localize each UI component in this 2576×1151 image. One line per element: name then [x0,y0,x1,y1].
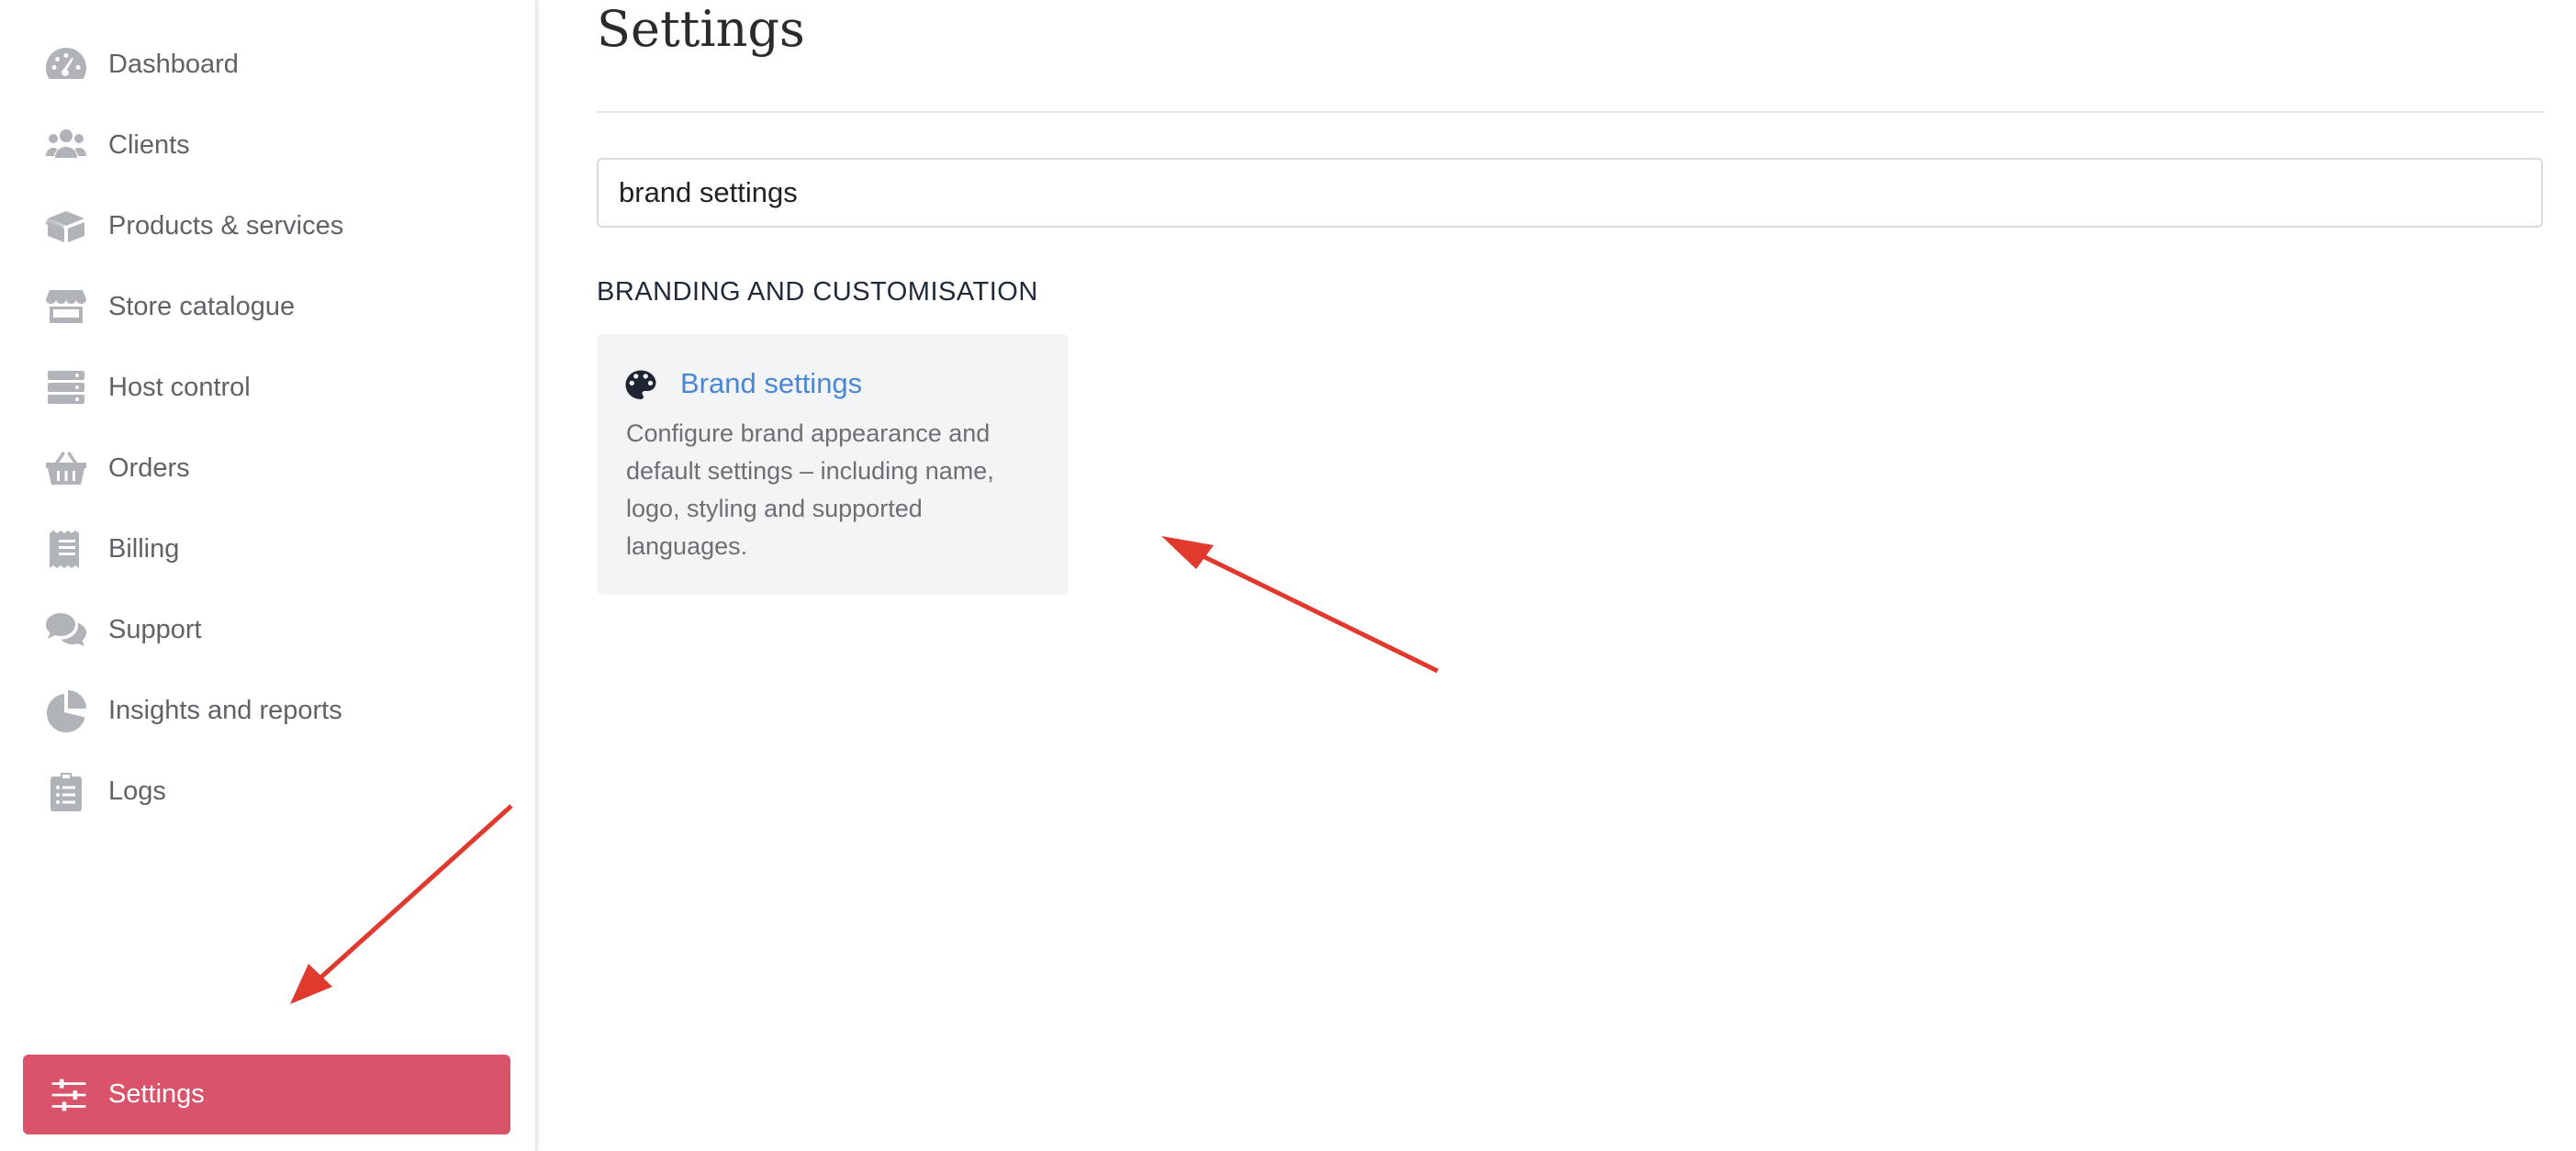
sidebar-item-support[interactable]: Support [0,593,535,666]
sidebar-item-label: Insights and reports [108,695,342,725]
sidebar-item-label: Host control [108,372,251,402]
title-divider [597,111,2545,113]
server-icon [40,362,92,413]
sidebar-item-label: Products & services [108,210,344,240]
comments-icon [40,604,92,655]
sidebar-item-label: Logs [108,776,166,806]
sidebar-item-label: Settings [108,1079,205,1109]
sidebar-item-logs[interactable]: Logs [0,754,535,828]
sidebar-item-settings[interactable]: Settings [23,1055,510,1134]
sidebar-item-billing[interactable]: Billing [0,512,535,586]
sidebar-item-dashboard[interactable]: Dashboard [0,28,535,101]
palette-icon [624,369,661,406]
sliders-icon [43,1069,95,1121]
sidebar-item-products-services[interactable]: Products & services [0,189,535,263]
result-card-description: Configure brand appearance and default s… [626,419,994,560]
sidebar-item-label: Clients [108,129,190,160]
sidebar-item-clients[interactable]: Clients [0,108,535,182]
sidebar: Dashboard Clients Products & services St… [0,0,538,1151]
receipt-icon [40,523,92,575]
search-input[interactable] [597,158,2543,228]
store-icon [40,281,92,332]
sidebar-item-label: Orders [108,453,190,483]
sidebar-item-store-catalogue[interactable]: Store catalogue [0,270,535,343]
pie-chart-icon [40,685,92,736]
dashboard-icon [40,39,92,90]
sidebar-item-host-control[interactable]: Host control [0,351,535,424]
users-icon [40,119,92,171]
box-icon [40,200,92,251]
clipboard-list-icon [40,765,92,817]
sidebar-item-label: Billing [108,533,180,564]
page-title: Settings [597,0,805,58]
result-card-title[interactable]: Brand settings [680,367,862,400]
section-heading: BRANDING AND CUSTOMISATION [597,277,1038,307]
basket-icon [40,442,92,494]
sidebar-item-label: Dashboard [108,49,239,79]
annotation-arrow-to-card [1161,536,1439,674]
result-card-brand-settings[interactable]: Brand settings Configure brand appearanc… [597,334,1068,595]
sidebar-item-label: Store catalogue [108,291,296,321]
sidebar-item-insights-reports[interactable]: Insights and reports [0,674,535,747]
sidebar-item-orders[interactable]: Orders [0,431,535,505]
sidebar-item-label: Support [108,614,202,644]
